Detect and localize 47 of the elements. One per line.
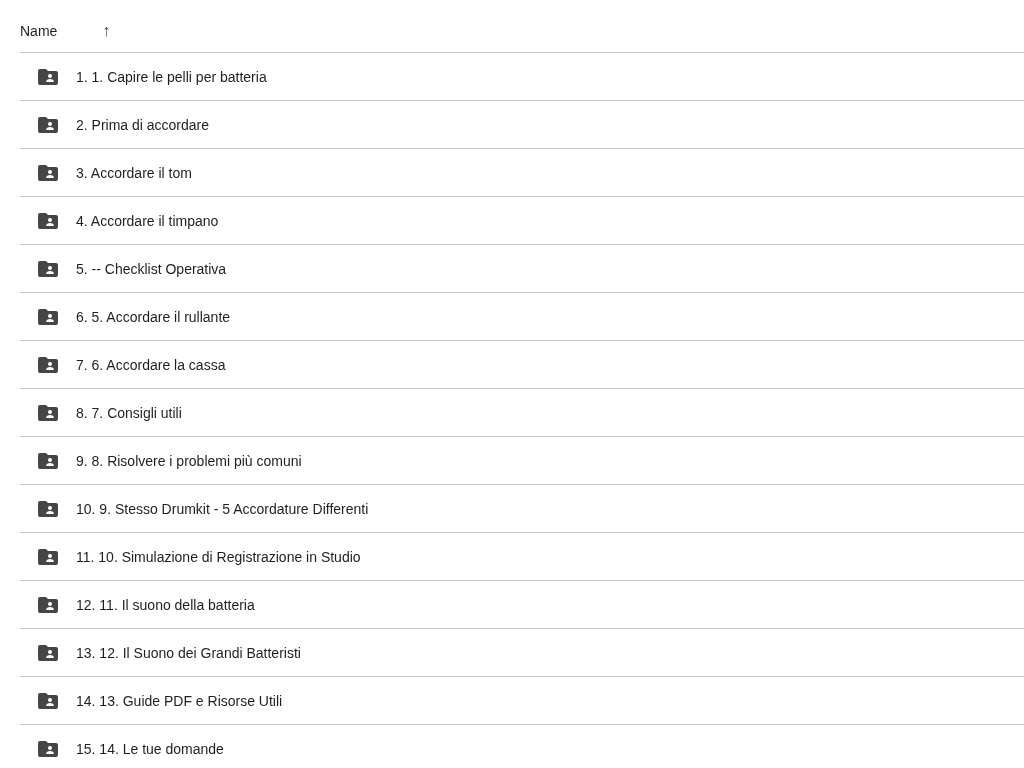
folder-name: 4. Accordare il timpano [76,211,219,231]
folder-name: 11. 10. Simulazione di Registrazione in Studio [76,547,361,567]
folder-name: 6. 5. Accordare il rullante [76,307,231,327]
folder-name: 7. 6. Accordare la cassa [76,355,226,375]
folder-row[interactable]: 12. 11. Il suono della batteria [20,581,1024,629]
shared-folder-icon [38,548,58,565]
folder-name: 14. 13. Guide PDF e Risorse Utili [76,691,283,711]
shared-folder-icon [38,164,58,181]
folder-name: 13. 12. Il Suono dei Grandi Batteristi [76,643,301,663]
folder-name: 12. 11. Il suono della batteria [76,595,255,615]
shared-folder-icon [38,692,58,709]
shared-folder-icon [38,596,58,613]
shared-folder-icon [38,500,58,517]
folder-name: 5. -- Checklist Operativa [76,259,227,279]
folder-row[interactable]: 13. 12. Il Suono dei Grandi Batteristi [20,629,1024,677]
folder-row[interactable]: 8. 7. Consigli utili [20,389,1024,437]
shared-folder-icon [38,68,58,85]
folder-name: 9. 8. Risolvere i problemi più comuni [76,451,302,471]
folder-row[interactable]: 10. 9. Stesso Drumkit - 5 Accordature Differenti [20,485,1024,533]
folder-row[interactable]: 5. -- Checklist Operativa [20,245,1024,293]
shared-folder-icon [38,308,58,325]
folder-name: 2. Prima di accordare [76,115,210,135]
folder-row[interactable]: 7. 6. Accordare la cassa [20,341,1024,389]
folder-name: 8. 7. Consigli utili [76,403,182,423]
folder-row[interactable]: 6. 5. Accordare il rullante [20,293,1024,341]
shared-folder-icon [38,644,58,661]
name-column-header[interactable]: Name [20,21,58,41]
folder-row[interactable]: 14. 13. Guide PDF e Risorse Utili [20,677,1024,725]
shared-folder-icon [38,404,58,421]
folder-row[interactable]: 15. 14. Le tue domande [20,725,1024,768]
folder-name: 10. 9. Stesso Drumkit - 5 Accordature Differenti [76,499,369,519]
folder-name: 3. Accordare il tom [76,163,192,183]
shared-folder-icon [38,212,58,229]
shared-folder-icon [38,260,58,277]
shared-folder-icon [38,356,58,373]
folder-name: 1. 1. Capire le pelli per batteria [76,67,267,87]
folder-row[interactable]: 2. Prima di accordare [20,101,1024,149]
folder-row[interactable]: 4. Accordare il timpano [20,197,1024,245]
folder-row[interactable]: 1. 1. Capire le pelli per batteria [20,53,1024,101]
shared-folder-icon [38,452,58,469]
shared-folder-icon [38,740,58,757]
sort-button[interactable]: ↑ [102,19,111,43]
folder-name: 15. 14. Le tue domande [76,739,224,759]
folder-row[interactable]: 3. Accordare il tom [20,149,1024,197]
folder-row[interactable]: 9. 8. Risolvere i problemi più comuni [20,437,1024,485]
shared-folder-icon [38,116,58,133]
folder-row[interactable]: 11. 10. Simulazione di Registrazione in Studio [20,533,1024,581]
